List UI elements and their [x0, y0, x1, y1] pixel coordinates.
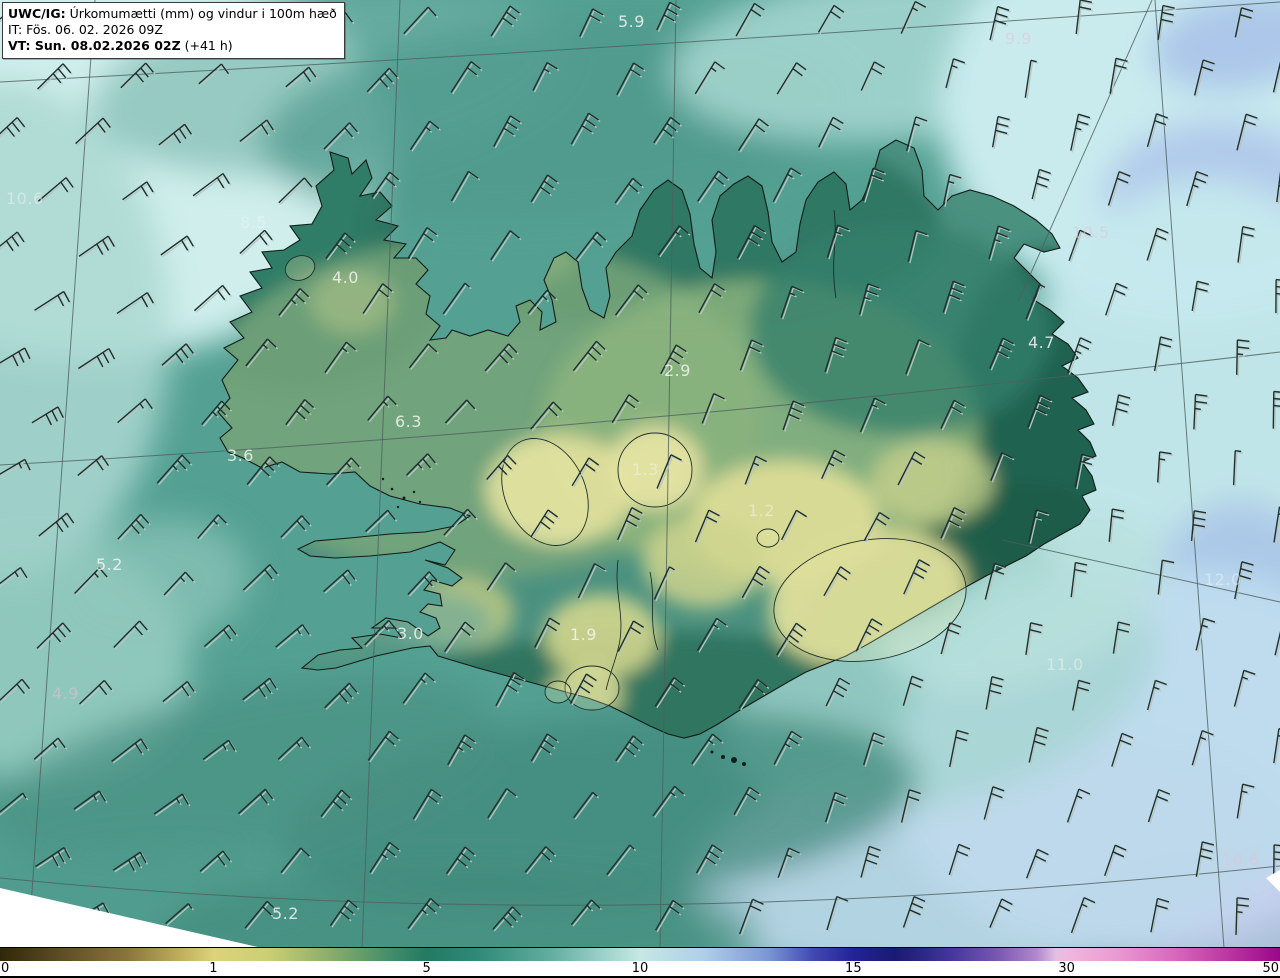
contour-label: 4.7	[1028, 333, 1055, 352]
contour-label: 4.0	[332, 268, 359, 287]
colorbar-gradient	[0, 948, 1280, 961]
map-canvas: 5.9 9.9 10.6 8.5 4.0 10.5 4.7 2.9 6.3 3.6 5.2 12.0 1…	[0, 0, 1280, 978]
colorbar-tick-label: 10	[631, 961, 649, 976]
contour-label: 12.0	[1204, 570, 1242, 589]
contour-label: 10.5	[1072, 223, 1110, 242]
island	[721, 755, 725, 759]
glacier-outline	[544, 680, 572, 704]
title-box: UWC/IG: Úrkomumætti (mm) og vindur i 100…	[2, 2, 345, 59]
colorbar-tick-label: 1	[209, 961, 218, 976]
contour-label: 11.0	[1046, 655, 1084, 674]
map-field: 5.9 9.9 10.6 8.5 4.0 10.5 4.7 2.9 6.3 3.6 5.2 12.0 1…	[0, 0, 1280, 948]
contour-label: 5.9	[618, 12, 645, 31]
contour-label: 3.6	[227, 446, 254, 465]
colorbar-tick-label: 50	[1262, 961, 1279, 976]
colorbar-tick-label: 0	[1, 961, 10, 976]
title-text: Úrkomumætti (mm) og vindur i 100m hæð	[65, 6, 337, 21]
weather-map-screen: 5.9 9.9 10.6 8.5 4.0 10.5 4.7 2.9 6.3 3.6 5.2 12.0 1…	[0, 0, 1280, 978]
land-precip-blob	[544, 594, 660, 678]
contour-label: 5.2	[96, 555, 123, 574]
contour-label: 1.9	[570, 625, 597, 644]
glacier-outline	[756, 528, 780, 548]
island	[381, 477, 385, 481]
valid-time-line: VT: Sun. 08.02.2026 02Z (+41 h)	[8, 38, 233, 53]
contour-label: 3.0	[397, 624, 424, 643]
island	[402, 496, 406, 500]
island	[742, 762, 746, 766]
contour-label: 4.9	[52, 684, 79, 703]
model-id: UWC/IG:	[8, 6, 66, 21]
land-precip-blob	[643, 516, 767, 608]
contour-label: 6.3	[395, 412, 422, 431]
contour-label: 5.2	[272, 904, 299, 923]
colorbar-tick-label: 5	[422, 961, 431, 976]
contour-label: 10.6	[6, 189, 44, 208]
title-line-1: UWC/IG: Úrkomumætti (mm) og vindur i 100…	[8, 6, 337, 22]
colorbar-tick-label: 15	[845, 961, 862, 976]
contour-label: 9.9	[1005, 29, 1032, 48]
colorbar-tick-label: 30	[1058, 961, 1075, 976]
contour-label: 10.6	[1222, 850, 1260, 869]
island	[390, 487, 394, 491]
contour-label: 8.5	[240, 213, 267, 232]
island	[710, 750, 714, 754]
colorbar-top-border	[0, 947, 1280, 948]
island	[396, 505, 400, 509]
island	[418, 500, 422, 504]
init-time-line: IT: Fös. 06. 02. 2026 09Z	[8, 22, 163, 37]
contour-label: 1.3	[632, 460, 659, 479]
land-precip-blob	[870, 440, 994, 524]
island	[731, 757, 737, 763]
colorbar-tick-labels: 0 1 5 10 15 30 50	[0, 961, 1280, 976]
island	[412, 490, 416, 494]
contour-label: 1.2	[748, 501, 775, 520]
contour-label: 2.9	[664, 361, 691, 380]
